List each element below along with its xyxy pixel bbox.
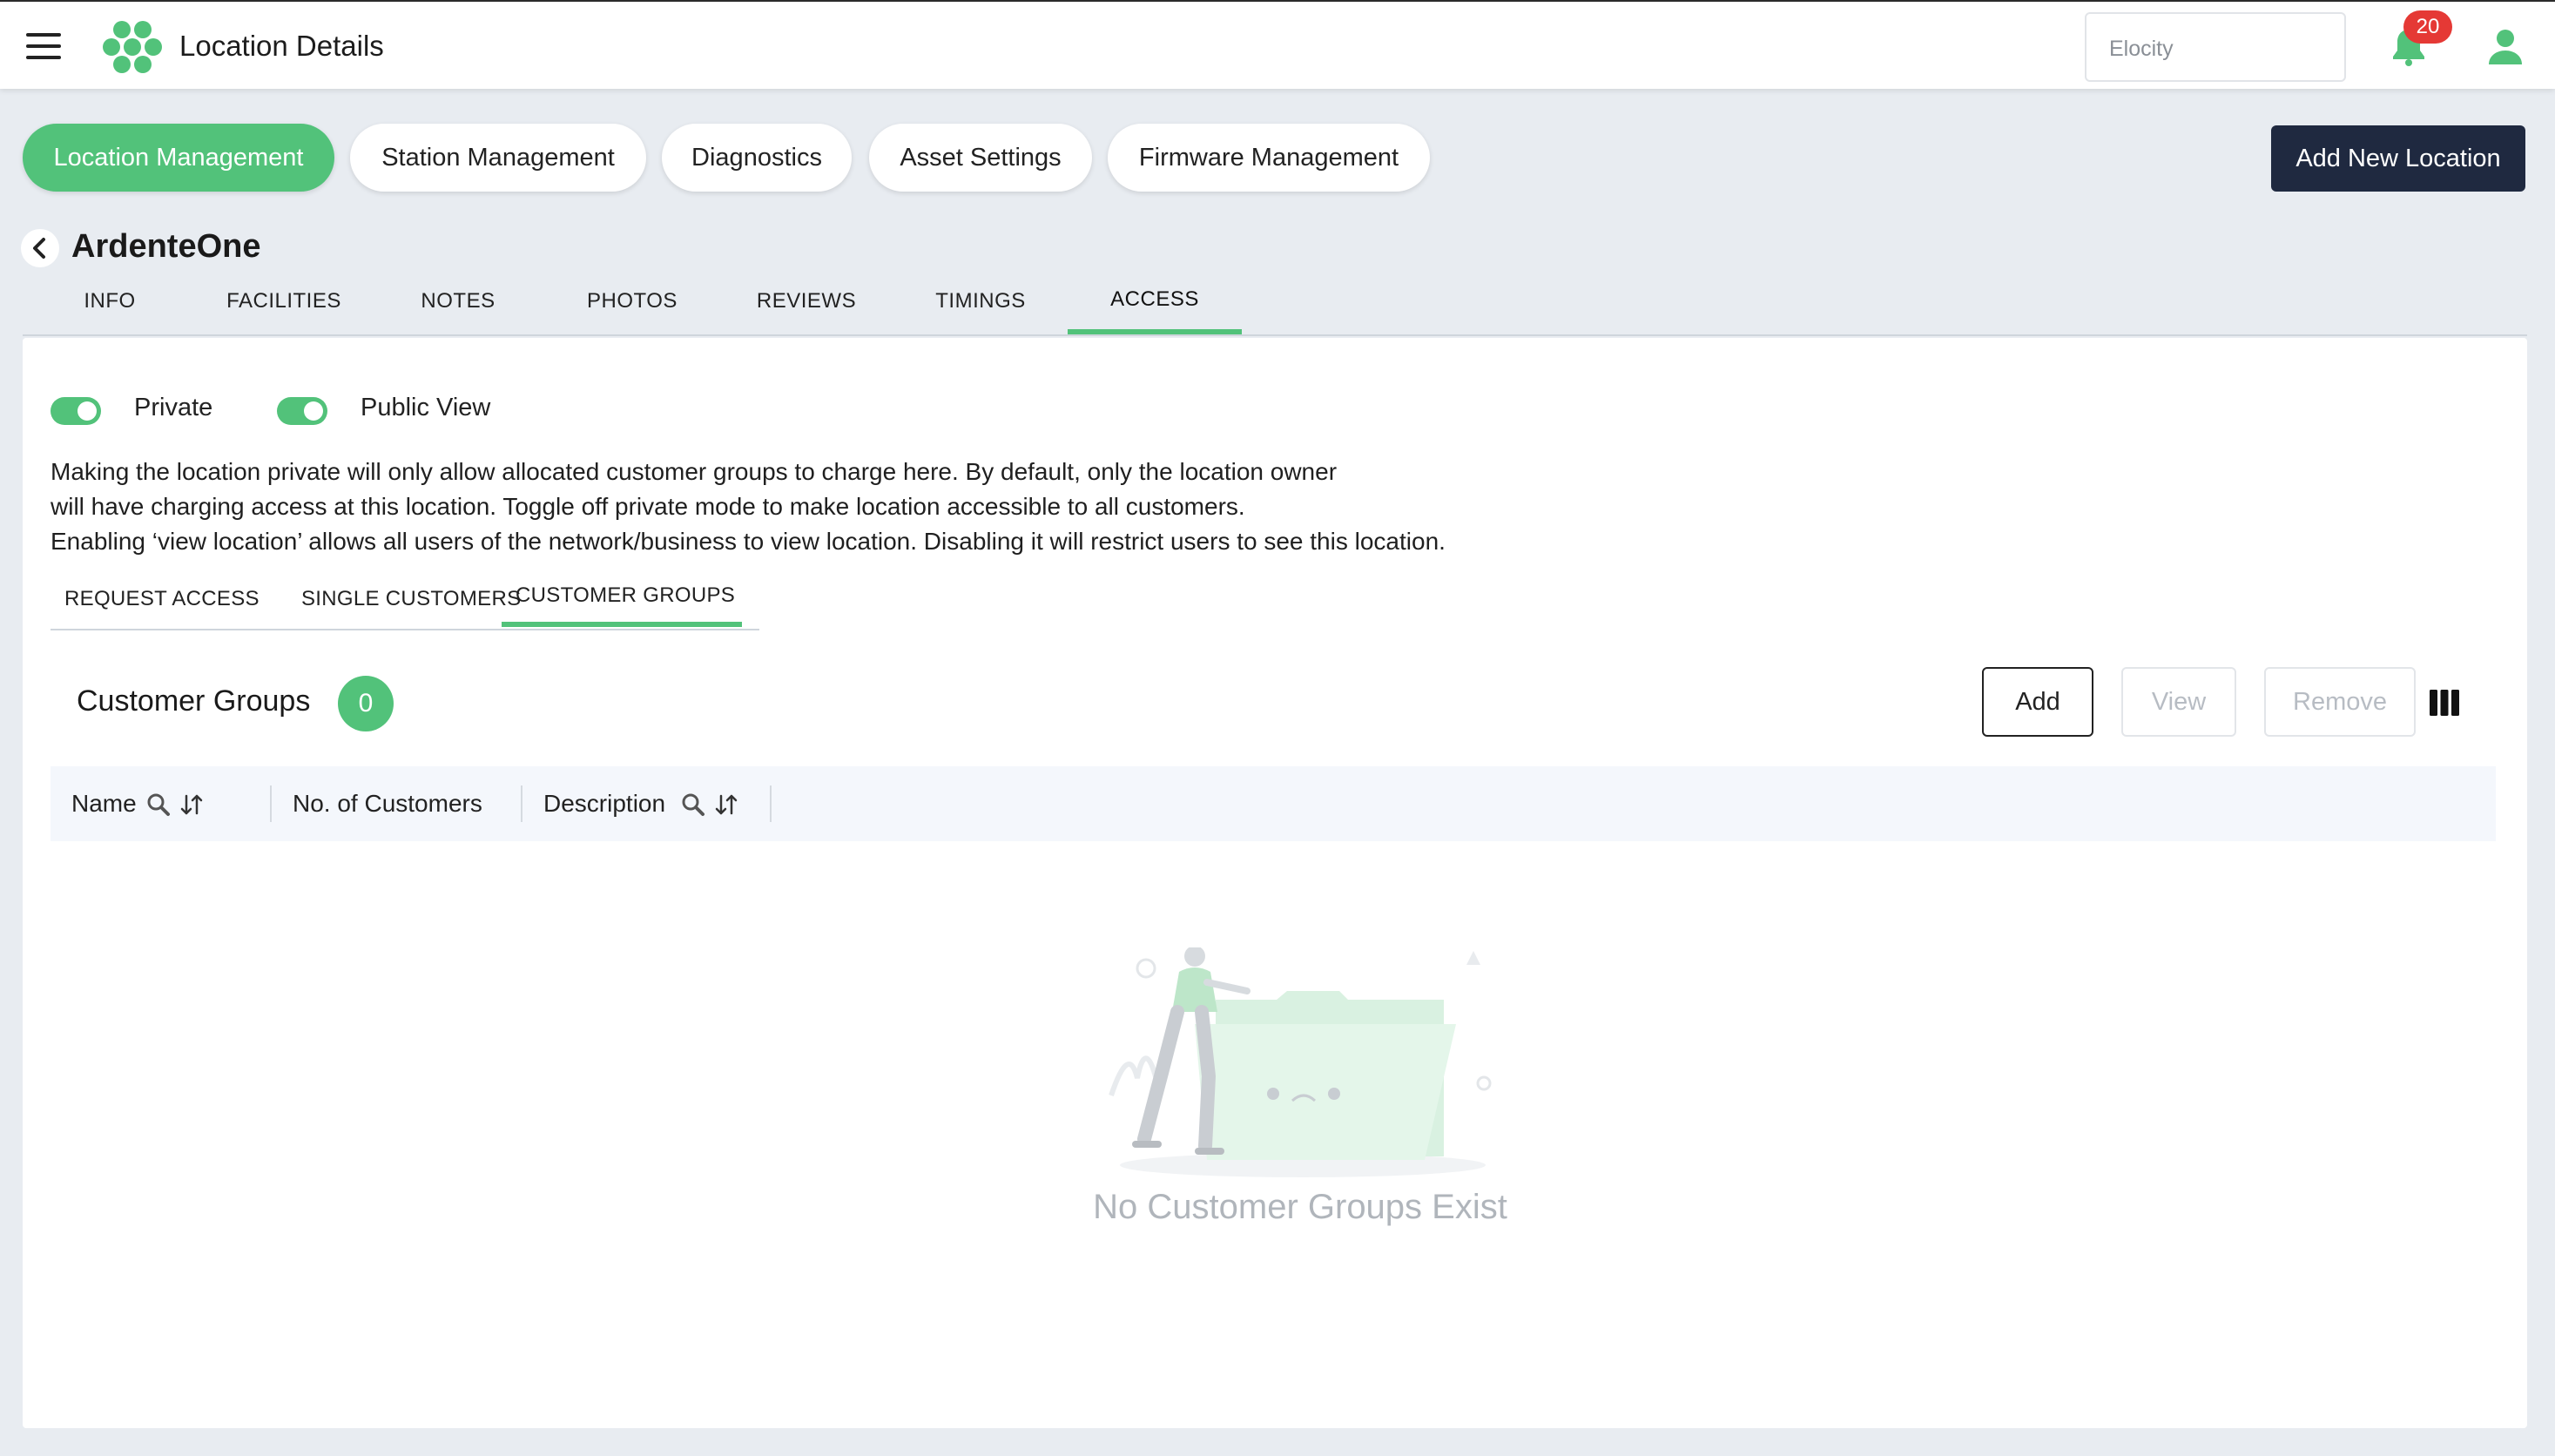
tab-single-customers[interactable]: SINGLE CUSTOMERS — [301, 587, 521, 630]
back-button[interactable] — [21, 229, 59, 267]
column-separator — [270, 785, 272, 822]
column-name[interactable]: Name — [71, 766, 137, 841]
tab-timings[interactable]: TIMINGS — [893, 289, 1068, 336]
user-icon[interactable] — [2487, 28, 2524, 66]
tab-info[interactable]: INFO — [23, 289, 197, 336]
location-tabs: INFO FACILITIES NOTES PHOTOS REVIEWS TIM… — [23, 279, 2527, 336]
tab-notes[interactable]: NOTES — [371, 289, 545, 336]
columns-icon[interactable] — [2430, 690, 2459, 716]
tab-asset-settings[interactable]: Asset Settings — [869, 124, 1092, 192]
empty-state-message: No Customer Groups Exist — [1093, 1188, 1507, 1226]
tab-facilities[interactable]: FACILITIES — [197, 289, 371, 336]
customer-groups-title: Customer Groups — [77, 684, 311, 718]
tab-reviews[interactable]: REVIEWS — [719, 289, 893, 336]
public-view-label: Public View — [361, 394, 491, 421]
column-separator — [770, 785, 772, 822]
sort-icon[interactable] — [178, 791, 206, 819]
tab-location-management[interactable]: Location Management — [23, 124, 334, 192]
view-button[interactable]: View — [2121, 667, 2236, 737]
tab-firmware-management[interactable]: Firmware Management — [1108, 124, 1430, 192]
page-title: Location Details — [179, 30, 384, 62]
empty-folder-illustration — [1109, 947, 1492, 1177]
chevron-left-icon — [33, 238, 45, 259]
add-button[interactable]: Add — [1982, 667, 2093, 737]
sort-icon[interactable] — [712, 791, 740, 819]
access-description-line: Making the location private will only al… — [51, 458, 1338, 485]
tenant-select[interactable]: Elocity — [2085, 12, 2346, 82]
private-label: Private — [134, 394, 213, 421]
tab-photos[interactable]: PHOTOS — [545, 289, 719, 336]
column-no-of-customers[interactable]: No. of Customers — [293, 766, 482, 841]
menu-icon[interactable] — [26, 33, 61, 59]
tab-station-management[interactable]: Station Management — [350, 124, 646, 192]
tab-diagnostics[interactable]: Diagnostics — [662, 124, 852, 192]
remove-button[interactable]: Remove — [2264, 667, 2416, 737]
search-icon[interactable] — [679, 791, 707, 819]
location-name: ArdenteOne — [71, 228, 261, 265]
column-separator — [521, 785, 522, 822]
search-icon[interactable] — [145, 791, 172, 819]
column-description[interactable]: Description — [543, 766, 665, 841]
access-description-line: Enabling ‘view location’ allows all user… — [51, 528, 1446, 555]
top-bar: Location Details Elocity 20 — [0, 0, 2555, 89]
notification-badge: 20 — [2403, 10, 2452, 44]
customer-groups-count: 0 — [338, 676, 394, 731]
table-header: Name No. of Customers Description — [51, 766, 2496, 841]
access-panel: Private Public View Making the location … — [23, 338, 2527, 1428]
logo-icon — [103, 21, 162, 73]
access-subtabs: REQUEST ACCESS SINGLE CUSTOMERS CUSTOMER… — [51, 575, 759, 630]
tab-customer-groups[interactable]: CUSTOMER GROUPS — [502, 583, 742, 627]
public-view-toggle[interactable] — [277, 397, 327, 425]
add-new-location-button[interactable]: Add New Location — [2271, 125, 2525, 192]
private-toggle[interactable] — [51, 397, 101, 425]
access-description-line: will have charging access at this locati… — [51, 493, 1245, 520]
tab-access[interactable]: ACCESS — [1068, 287, 1242, 334]
tab-request-access[interactable]: REQUEST ACCESS — [64, 587, 260, 630]
